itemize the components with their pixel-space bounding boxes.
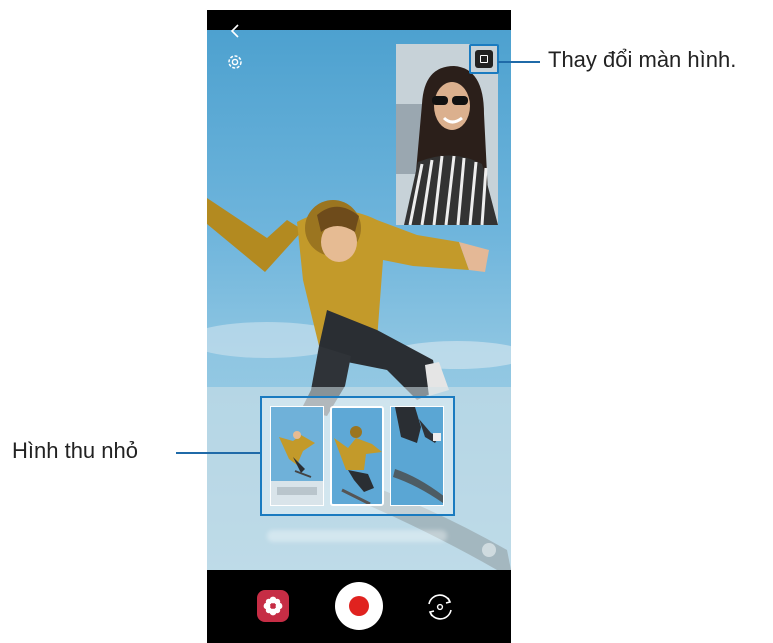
swap-callout-line [498,61,540,63]
thumbnail-image [332,408,382,504]
thumbnail-image [391,407,443,505]
swap-screen-icon [475,50,493,68]
thumbnail-strip [260,396,455,516]
gear-icon[interactable] [225,52,245,72]
phone-frame [207,10,511,643]
thumbnail-callout-label: Hình thu nhỏ [12,438,138,463]
filter-button[interactable] [257,590,289,622]
thumbnail-3[interactable] [390,406,444,506]
thumbnail-image [271,407,323,505]
record-button[interactable] [335,582,383,630]
status-bar [207,10,511,30]
camera-viewfinder[interactable] [207,10,511,570]
record-icon [349,596,369,616]
blurred-hint-text [267,530,447,542]
thumbnail-callout-line [176,452,260,454]
swap-callout-label: Thay đổi màn hình. [548,47,737,72]
swap-screen-button[interactable] [469,44,499,74]
thumbnail-2-selected[interactable] [330,406,384,506]
back-arrow-icon[interactable] [227,22,245,40]
flip-camera-icon[interactable] [423,590,457,624]
thumbnail-1[interactable] [270,406,324,506]
camera-controls-bar [207,570,511,643]
filter-flower-icon [263,596,283,616]
